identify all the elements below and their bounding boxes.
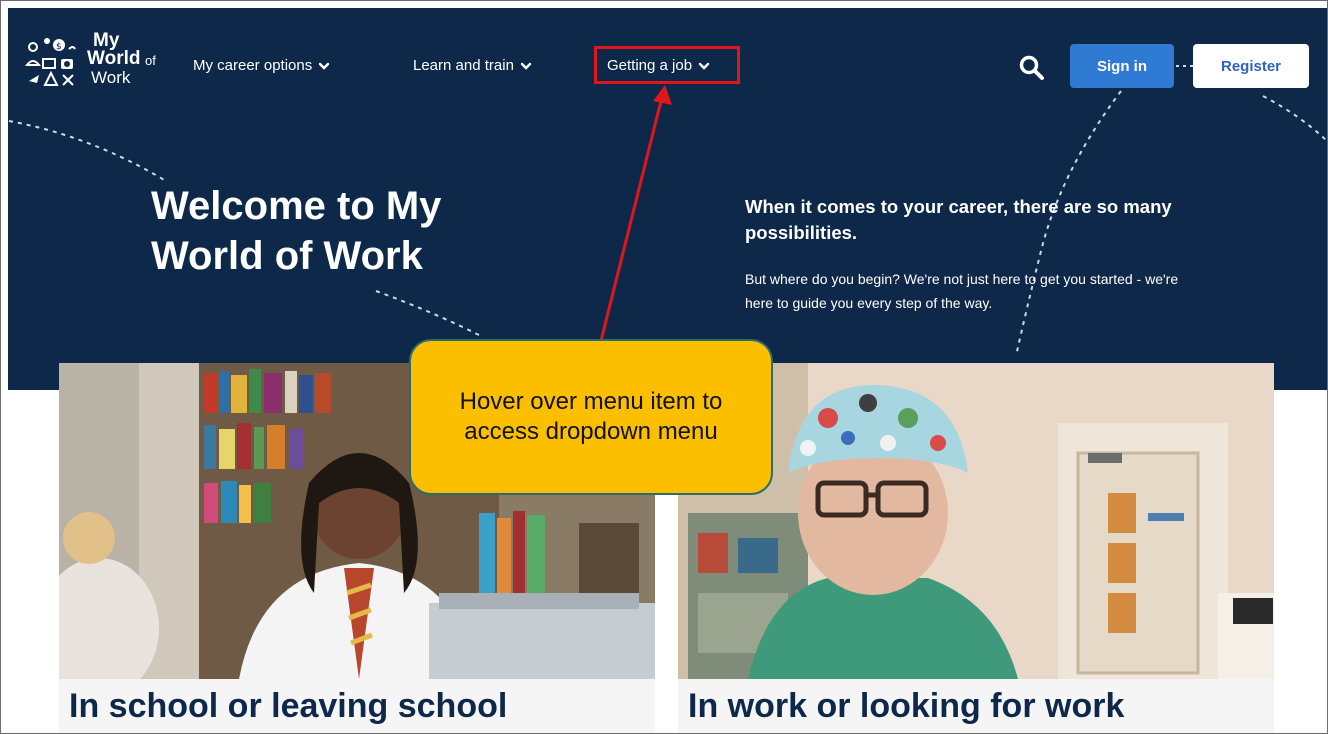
nav-learn-and-train[interactable]: Learn and train [413,57,532,74]
svg-text:$: $ [56,42,62,52]
nav-label: Learn and train [413,57,514,74]
card-title: In work or looking for work [688,687,1125,725]
register-button[interactable]: Register [1193,44,1309,88]
annotation-callout: Hover over menu item to access dropdown … [409,339,773,495]
search-icon [1019,55,1044,80]
card-title: In school or leaving school [69,687,508,725]
logo-text-of: of [145,53,156,68]
page-title: Welcome to My World of Work [151,184,442,278]
search-button[interactable] [1017,53,1047,83]
screenshot-frame: $ My World of Work My career options Lea… [0,0,1328,734]
highlight-box [594,46,740,84]
nav-label: My career options [193,57,313,74]
hero-lead-text: When it comes to your career, there are … [745,196,1172,243]
nav-my-career-options[interactable]: My career options [193,57,330,74]
logo-icons: $ [25,38,76,86]
sign-in-button[interactable]: Sign in [1070,44,1174,88]
hero-body-text: But where do you begin? We're not just h… [745,271,1179,311]
chevron-down-icon [319,62,330,70]
site-logo[interactable]: $ My World of Work [25,31,175,95]
logo-text-work: Work [91,68,131,87]
chevron-down-icon [520,62,532,70]
logo-text-world: World [87,48,141,69]
